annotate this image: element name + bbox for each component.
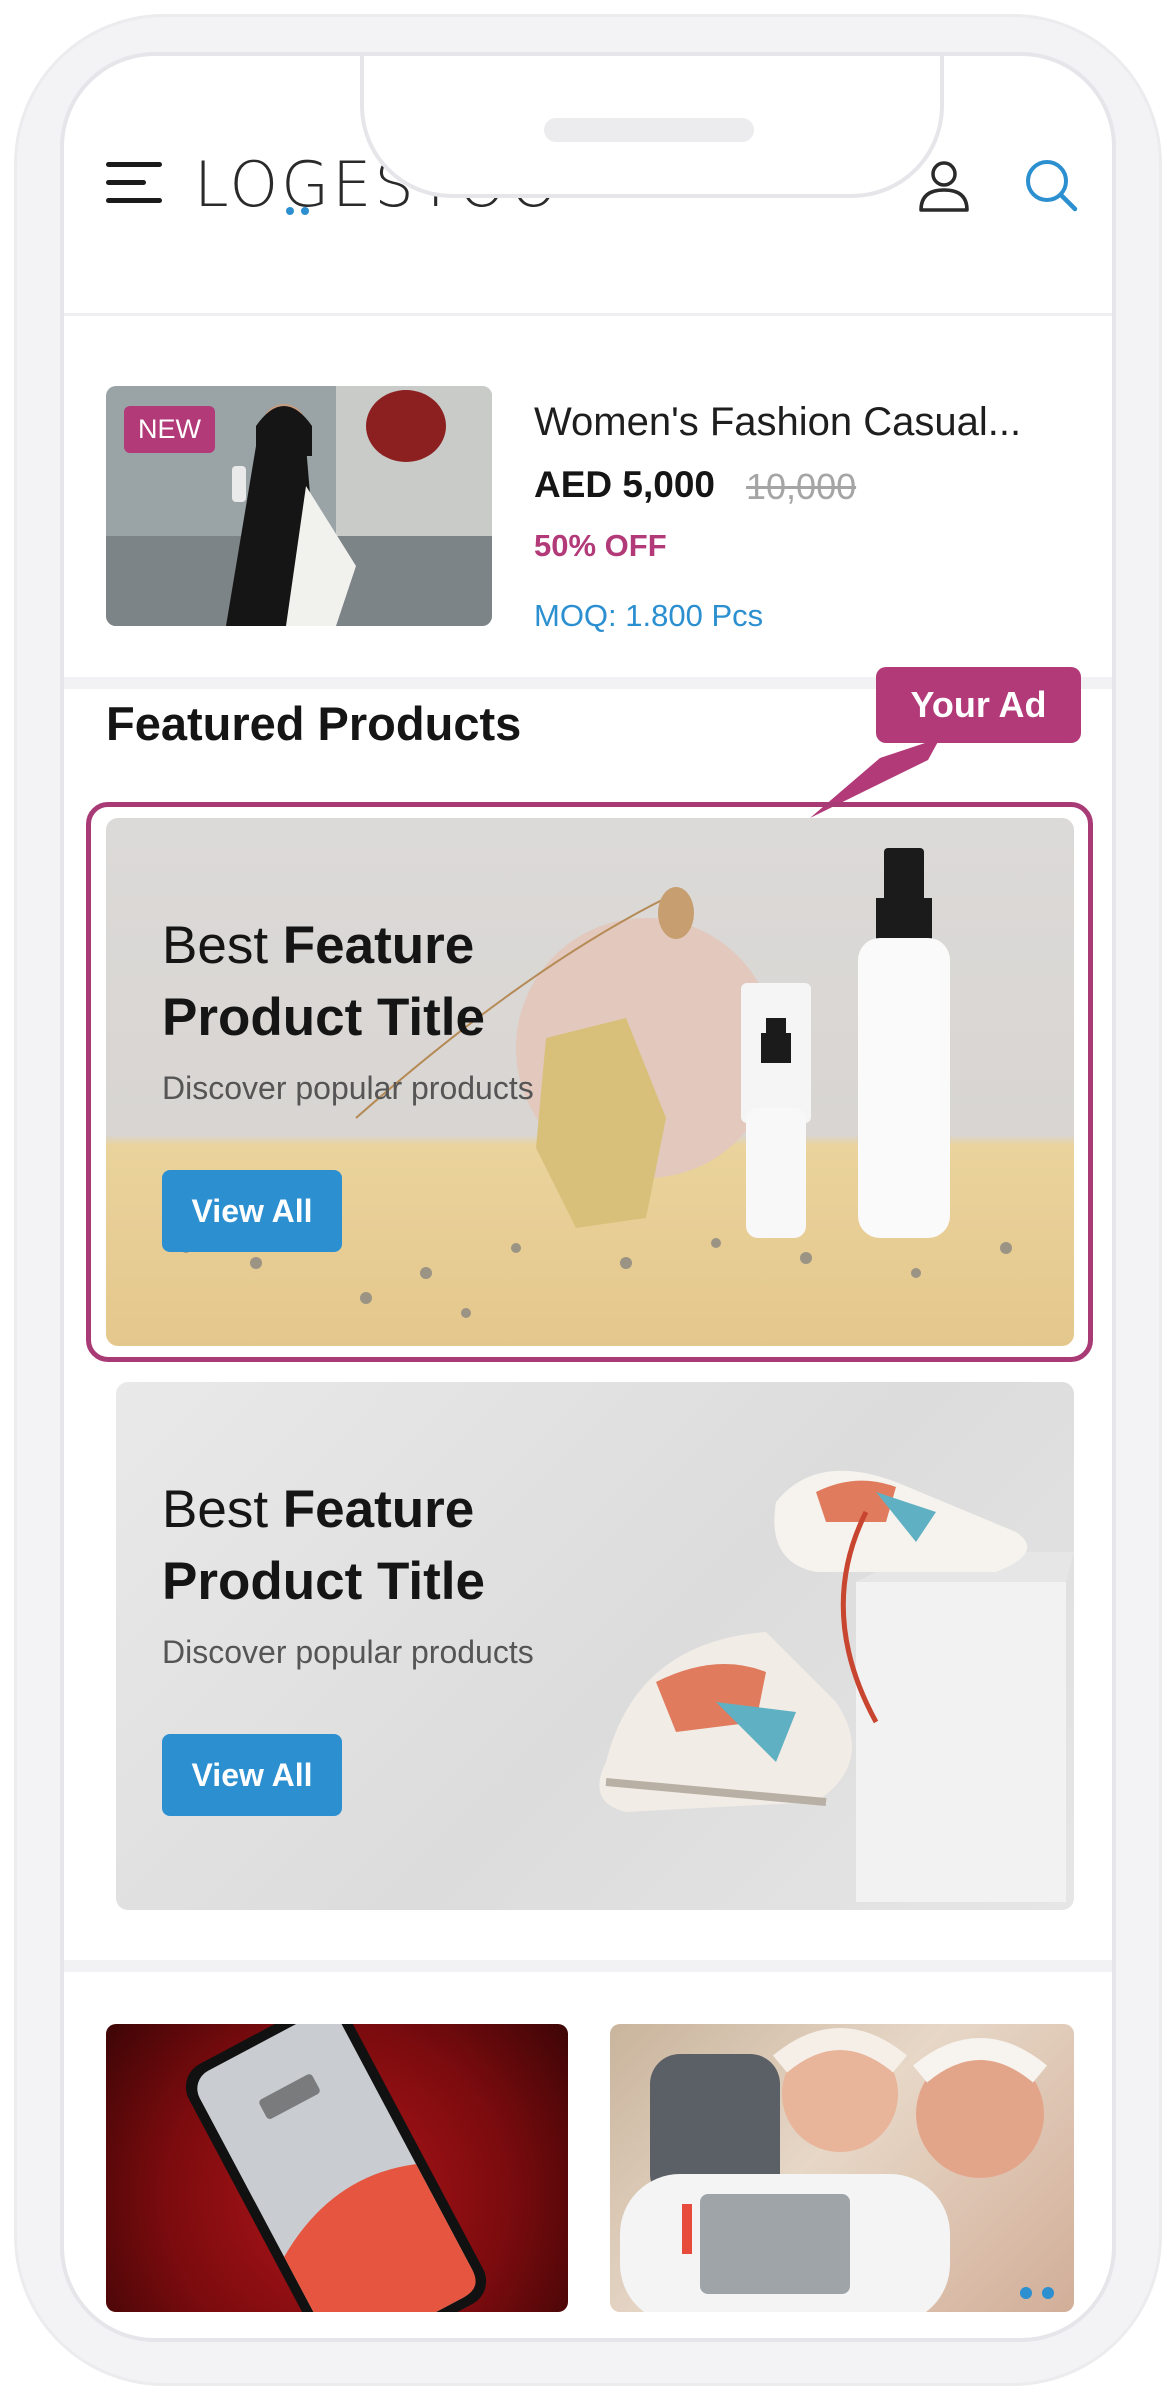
section-title: Featured Products xyxy=(106,697,522,750)
product-image[interactable]: NEW xyxy=(106,386,492,626)
smartphone-photo-image xyxy=(185,2024,487,2312)
search-icon[interactable] xyxy=(1022,156,1080,214)
view-all-button[interactable]: View All xyxy=(162,1170,342,1252)
phone-screen: LOGESTOO NEW Women's Fashion Casual... A… xyxy=(60,52,1116,2342)
product-old-price: 10,000 xyxy=(746,466,857,507)
product-moq: MOQ: 1.800 Pcs xyxy=(534,598,764,633)
banner-subtitle: Discover popular products xyxy=(162,1634,534,1670)
logo-cart-dots xyxy=(286,202,316,220)
view-all-button[interactable]: View All xyxy=(162,1734,342,1816)
hamburger-menu-icon[interactable] xyxy=(106,160,162,206)
product-price: AED 5,000 xyxy=(534,464,715,505)
featured-banner-sneakers[interactable]: Best Feature Product Title Discover popu… xyxy=(116,1382,1074,1910)
product-list-item[interactable]: NEW Women's Fashion Casual... AED 5,000 … xyxy=(64,316,1112,686)
user-icon[interactable] xyxy=(916,158,972,214)
featured-banner-cosmetics[interactable]: Best Feature Product Title Discover popu… xyxy=(106,818,1074,1346)
banner-subtitle: Discover popular products xyxy=(162,1070,534,1106)
carousel-dots[interactable] xyxy=(1010,2286,1054,2304)
phone-notch xyxy=(360,56,944,198)
smartphone-tile[interactable] xyxy=(106,2024,568,2312)
new-badge: NEW xyxy=(124,406,215,453)
section-divider xyxy=(64,1960,1112,1972)
blood-pressure-monitor-tile[interactable] xyxy=(610,2024,1074,2312)
phone-speaker xyxy=(544,118,754,142)
banner-title: Best Feature Product Title xyxy=(162,1480,485,1611)
banner-title: Best Feature Product Title xyxy=(162,916,485,1047)
product-title[interactable]: Women's Fashion Casual... xyxy=(534,400,1074,445)
health-photo-image xyxy=(620,2028,1048,2312)
product-discount: 50% OFF xyxy=(534,528,667,563)
